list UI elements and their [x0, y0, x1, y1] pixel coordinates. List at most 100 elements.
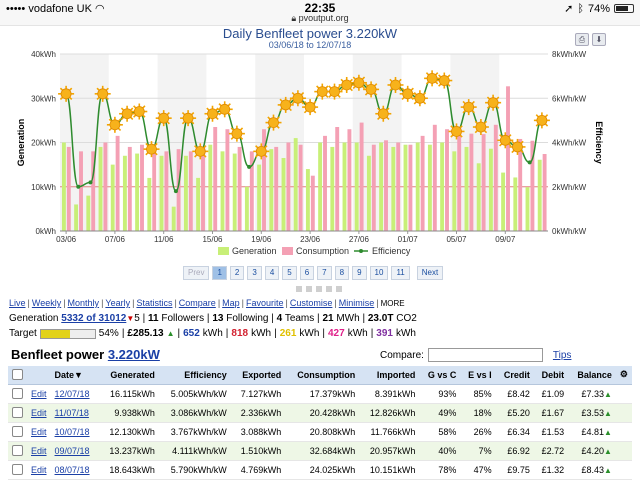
- pager-page-1[interactable]: 1: [212, 266, 227, 280]
- nav-link-customise[interactable]: Customise: [290, 298, 333, 308]
- pager-page-11[interactable]: 11: [391, 266, 410, 280]
- tips-link[interactable]: Tips: [553, 350, 572, 361]
- table-row: Edit 09/07/18 13.237kWh 4.111kWh/kW 1.510kWh…: [8, 441, 632, 461]
- battery-percent: 74%: [587, 2, 610, 15]
- date-link[interactable]: 12/07/18: [55, 389, 90, 399]
- consumption-bar: [286, 142, 291, 231]
- generation-bar: [464, 146, 469, 231]
- generation-bar: [110, 164, 115, 231]
- pager-page-10[interactable]: 10: [369, 266, 389, 280]
- row-checkbox[interactable]: [12, 426, 23, 438]
- nav-link-statistics[interactable]: Statistics: [136, 298, 172, 308]
- pager-page-2[interactable]: 2: [229, 266, 245, 280]
- row-checkbox[interactable]: [12, 464, 23, 476]
- pager-page-6[interactable]: 6: [299, 266, 315, 280]
- generation-bar: [366, 155, 371, 231]
- generation-bar: [135, 153, 140, 231]
- print-icon[interactable]: ⎙: [575, 33, 589, 46]
- cell-efficiency: 4.111kWh/kW: [158, 441, 231, 461]
- column-header-date[interactable]: Date▼: [50, 366, 99, 385]
- rank-link[interactable]: 5332 of 31012: [61, 313, 126, 324]
- edit-cell: Edit: [27, 384, 51, 404]
- sun-marker: [146, 143, 157, 155]
- cell-generated: 16.115kWh: [98, 384, 159, 404]
- settings-icon[interactable]: ⚙: [620, 369, 628, 379]
- nav-link-live[interactable]: Live: [9, 298, 26, 308]
- cell-consumption: 20.808kWh: [285, 422, 360, 442]
- row-end-cell: [615, 384, 632, 404]
- column-header-consumption[interactable]: Consumption: [285, 366, 360, 385]
- cell-efficiency: 3.086kWh/kW: [158, 403, 231, 423]
- system-size-link[interactable]: 3.220kW: [108, 347, 160, 362]
- date-link[interactable]: 10/07/18: [55, 427, 90, 437]
- consumption-bar: [298, 144, 303, 231]
- up-icon: ▲: [604, 446, 612, 456]
- generation-bar: [537, 159, 542, 231]
- download-icon[interactable]: ⬇: [592, 33, 606, 46]
- consumption-bar: [396, 142, 401, 231]
- edit-cell: Edit: [27, 460, 51, 480]
- nav-link-more[interactable]: MORE: [381, 299, 405, 308]
- date-link[interactable]: 08/07/18: [55, 465, 90, 475]
- row-checkbox[interactable]: [12, 388, 23, 400]
- x-tick-label: 05/07: [446, 235, 467, 244]
- checkbox[interactable]: [12, 369, 23, 381]
- date-link[interactable]: 09/07/18: [55, 446, 90, 456]
- consumption-bar: [493, 124, 498, 231]
- cell-generated: 12.130kWh: [98, 422, 159, 442]
- column-header-imported[interactable]: Imported: [359, 366, 420, 385]
- nav-link-monthly[interactable]: Monthly: [68, 298, 100, 308]
- pager-prev-button[interactable]: Prev: [183, 266, 210, 280]
- row-end-cell: [615, 403, 632, 423]
- column-header-g-vs-c[interactable]: G vs C: [419, 366, 461, 385]
- nav-link-yearly[interactable]: Yearly: [105, 298, 130, 308]
- generation-bar: [501, 172, 506, 231]
- generation-label: Generation: [9, 313, 59, 324]
- nav-link-favourite[interactable]: Favourite: [246, 298, 284, 308]
- pager-page-3[interactable]: 3: [247, 266, 262, 280]
- column-header-e-vs-i[interactable]: E vs I: [460, 366, 496, 385]
- pager-page-8[interactable]: 8: [334, 266, 350, 280]
- nav-link-minimise[interactable]: Minimise: [339, 298, 375, 308]
- date-link[interactable]: 11/07/18: [55, 408, 89, 418]
- row-checkbox[interactable]: [12, 407, 23, 419]
- y-tick-label: 40kWh: [31, 50, 56, 59]
- y-tick-label: 20kWh: [31, 139, 56, 148]
- nav-link-weekly[interactable]: Weekly: [32, 298, 61, 308]
- edit-link[interactable]: Edit: [31, 446, 47, 456]
- consumption-bar: [140, 144, 144, 231]
- pager-next-button[interactable]: Next: [416, 266, 444, 280]
- stat-unit: kWh: [395, 328, 416, 339]
- target-progress-fill: [40, 329, 70, 338]
- edit-link[interactable]: Edit: [31, 465, 47, 475]
- generation-bar: [159, 155, 164, 231]
- cell-efficiency: 3.767kWh/kW: [158, 422, 231, 442]
- row-checkbox[interactable]: [12, 445, 23, 457]
- nav-link-map[interactable]: Map: [222, 298, 240, 308]
- column-header-efficiency[interactable]: Efficiency: [158, 366, 231, 385]
- column-header-debit[interactable]: Debit: [533, 366, 569, 385]
- pager-page-4[interactable]: 4: [264, 266, 280, 280]
- sun-marker: [341, 79, 353, 91]
- table-body: Edit 12/07/18 16.115kWh 5.005kWh/kW 7.127kWh…: [8, 384, 632, 480]
- settings-header[interactable]: ⚙: [615, 366, 632, 385]
- pager-page-7[interactable]: 7: [317, 266, 332, 280]
- pager-page-5[interactable]: 5: [282, 266, 297, 280]
- pager-page-9[interactable]: 9: [352, 266, 367, 280]
- compare-input[interactable]: [427, 348, 543, 362]
- column-header-exported[interactable]: Exported: [230, 366, 286, 385]
- efficiency-point: [88, 180, 93, 185]
- column-header-credit[interactable]: Credit: [495, 366, 534, 385]
- chart-area: 0kWh 10kWh 20kWh 30kWh 40kWh 0kWh/kW 2kWh/kW 4k…: [0, 26, 640, 286]
- column-header-generated[interactable]: Generated: [98, 366, 159, 385]
- address-bar[interactable]: 🔒︎ pvoutput.org: [0, 13, 640, 24]
- nav-link-compare[interactable]: Compare: [179, 298, 216, 308]
- edit-link[interactable]: Edit: [31, 427, 47, 437]
- generation-bar: [476, 163, 481, 231]
- cell-gvc: 93%: [419, 384, 461, 404]
- edit-link[interactable]: Edit: [31, 389, 47, 399]
- select-all-header[interactable]: [8, 366, 27, 385]
- edit-link[interactable]: Edit: [31, 408, 47, 418]
- cell-imported: 8.391kWh: [359, 384, 420, 404]
- column-header-balance[interactable]: Balance: [568, 366, 616, 385]
